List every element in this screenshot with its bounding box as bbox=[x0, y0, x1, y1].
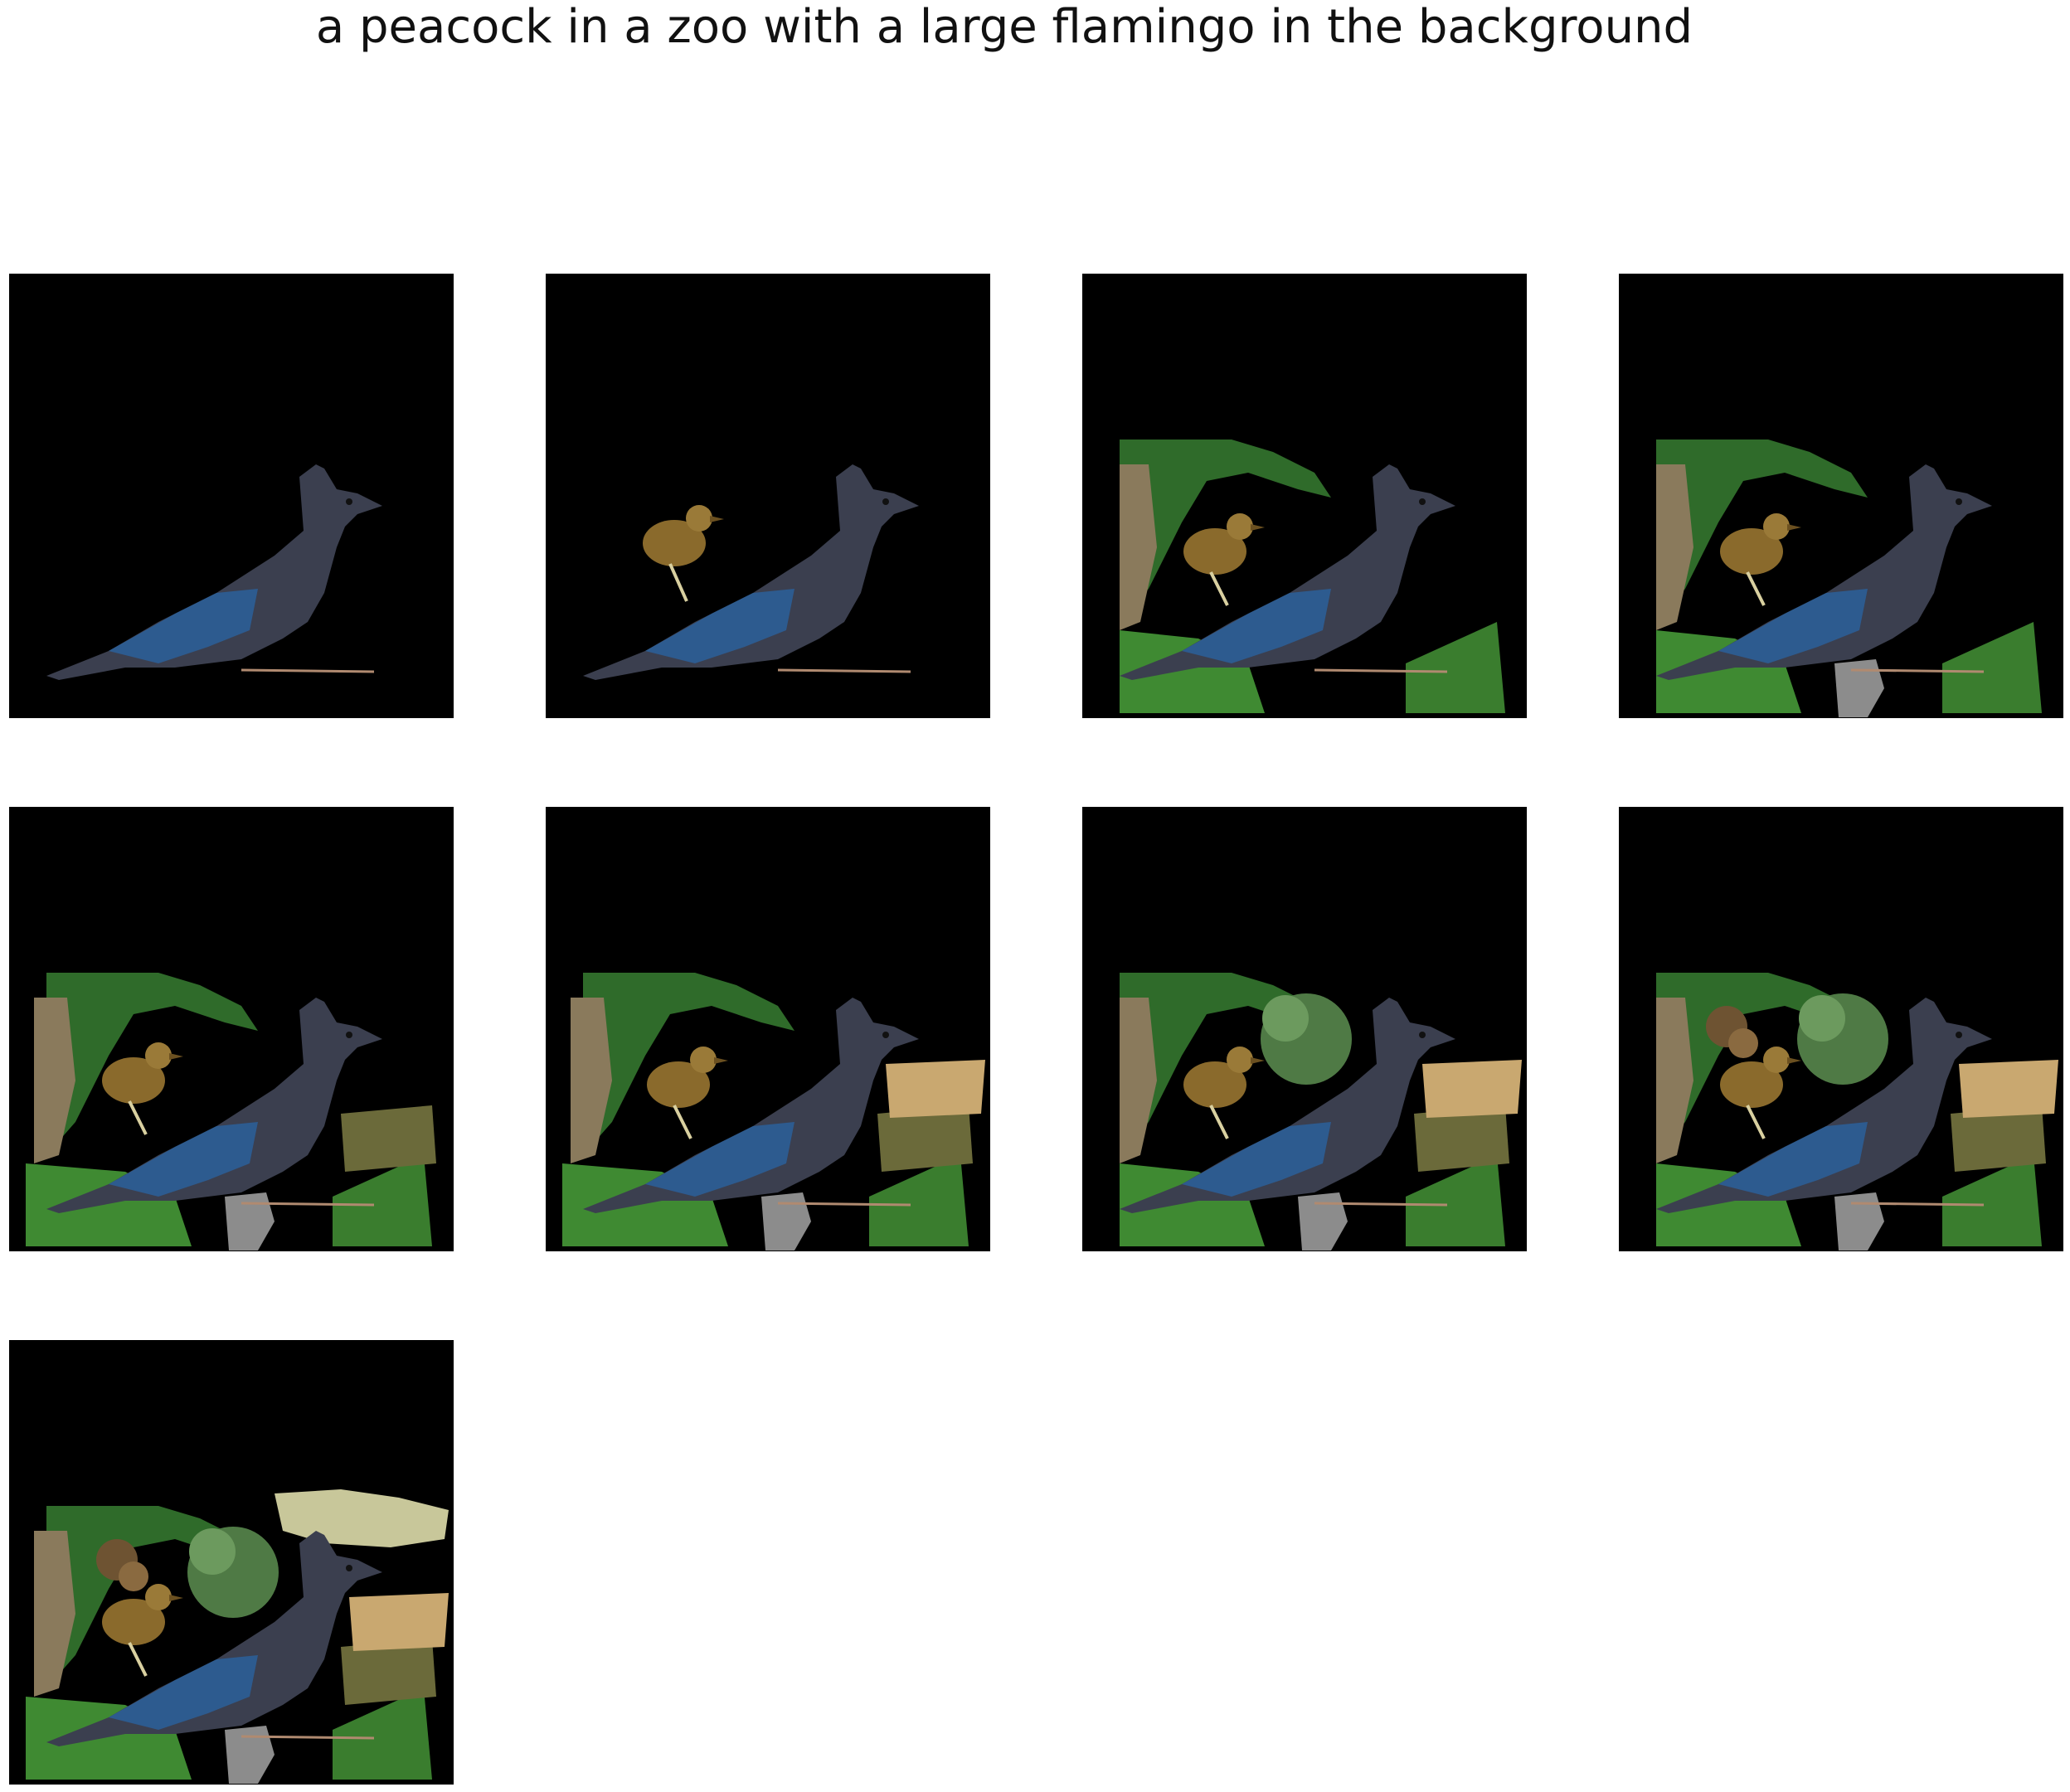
small-bird-layer bbox=[102, 1042, 183, 1135]
collage-image-8 bbox=[1656, 973, 2058, 1251]
stump-layer bbox=[1834, 1192, 1884, 1251]
stump-layer bbox=[225, 1726, 275, 1784]
collage-panel-9 bbox=[9, 1340, 454, 1785]
small-bird-layer bbox=[1720, 1047, 1801, 1139]
collage-image-1 bbox=[46, 464, 382, 680]
stump-layer bbox=[761, 1192, 811, 1251]
tree-bush-layer bbox=[1797, 993, 1888, 1085]
stump-layer bbox=[1298, 1192, 1348, 1251]
sand-patch-layer bbox=[1422, 1060, 1522, 1118]
small-bird-layer bbox=[1183, 1047, 1265, 1139]
shrub-layer bbox=[341, 1105, 436, 1172]
stump-layer bbox=[1834, 659, 1884, 717]
acacia-tree-layer bbox=[275, 1489, 449, 1547]
figure-title: a peacock in a zoo with a large flamingo… bbox=[315, 0, 1693, 54]
collage-image-7 bbox=[1120, 973, 1522, 1251]
collage-image-4 bbox=[1656, 440, 2042, 717]
leaves-layer bbox=[1120, 440, 1505, 713]
jay-layer bbox=[46, 464, 382, 680]
small-bird-layer bbox=[643, 505, 724, 602]
small-bird-layer bbox=[647, 1047, 728, 1139]
collage-panel-7 bbox=[1082, 807, 1527, 1251]
collage-panel-4 bbox=[1619, 274, 2063, 718]
collage-panel-1 bbox=[9, 274, 454, 718]
collage-image-6 bbox=[562, 973, 985, 1251]
sand-patch-layer bbox=[1959, 1060, 2058, 1118]
tree-bush-layer bbox=[187, 1527, 279, 1618]
collage-panel-2 bbox=[546, 274, 990, 718]
collage-panel-5 bbox=[9, 807, 454, 1251]
collage-image-2 bbox=[583, 464, 919, 680]
small-bird-layer bbox=[102, 1584, 183, 1677]
collage-image-3 bbox=[1120, 440, 1505, 713]
collage-panel-3 bbox=[1082, 274, 1527, 718]
collage-image-5 bbox=[26, 973, 436, 1251]
sand-patch-layer bbox=[349, 1593, 449, 1651]
collage-panel-6 bbox=[546, 807, 990, 1251]
sand-patch-layer bbox=[886, 1060, 985, 1118]
collage-image-9 bbox=[26, 1489, 449, 1784]
collage-panel-8 bbox=[1619, 807, 2063, 1251]
jay-layer bbox=[583, 464, 919, 680]
small-bird-layer bbox=[1183, 513, 1265, 606]
stump-layer bbox=[225, 1192, 275, 1251]
tree-bush-layer bbox=[1261, 993, 1352, 1085]
small-bird-layer bbox=[1720, 513, 1801, 606]
